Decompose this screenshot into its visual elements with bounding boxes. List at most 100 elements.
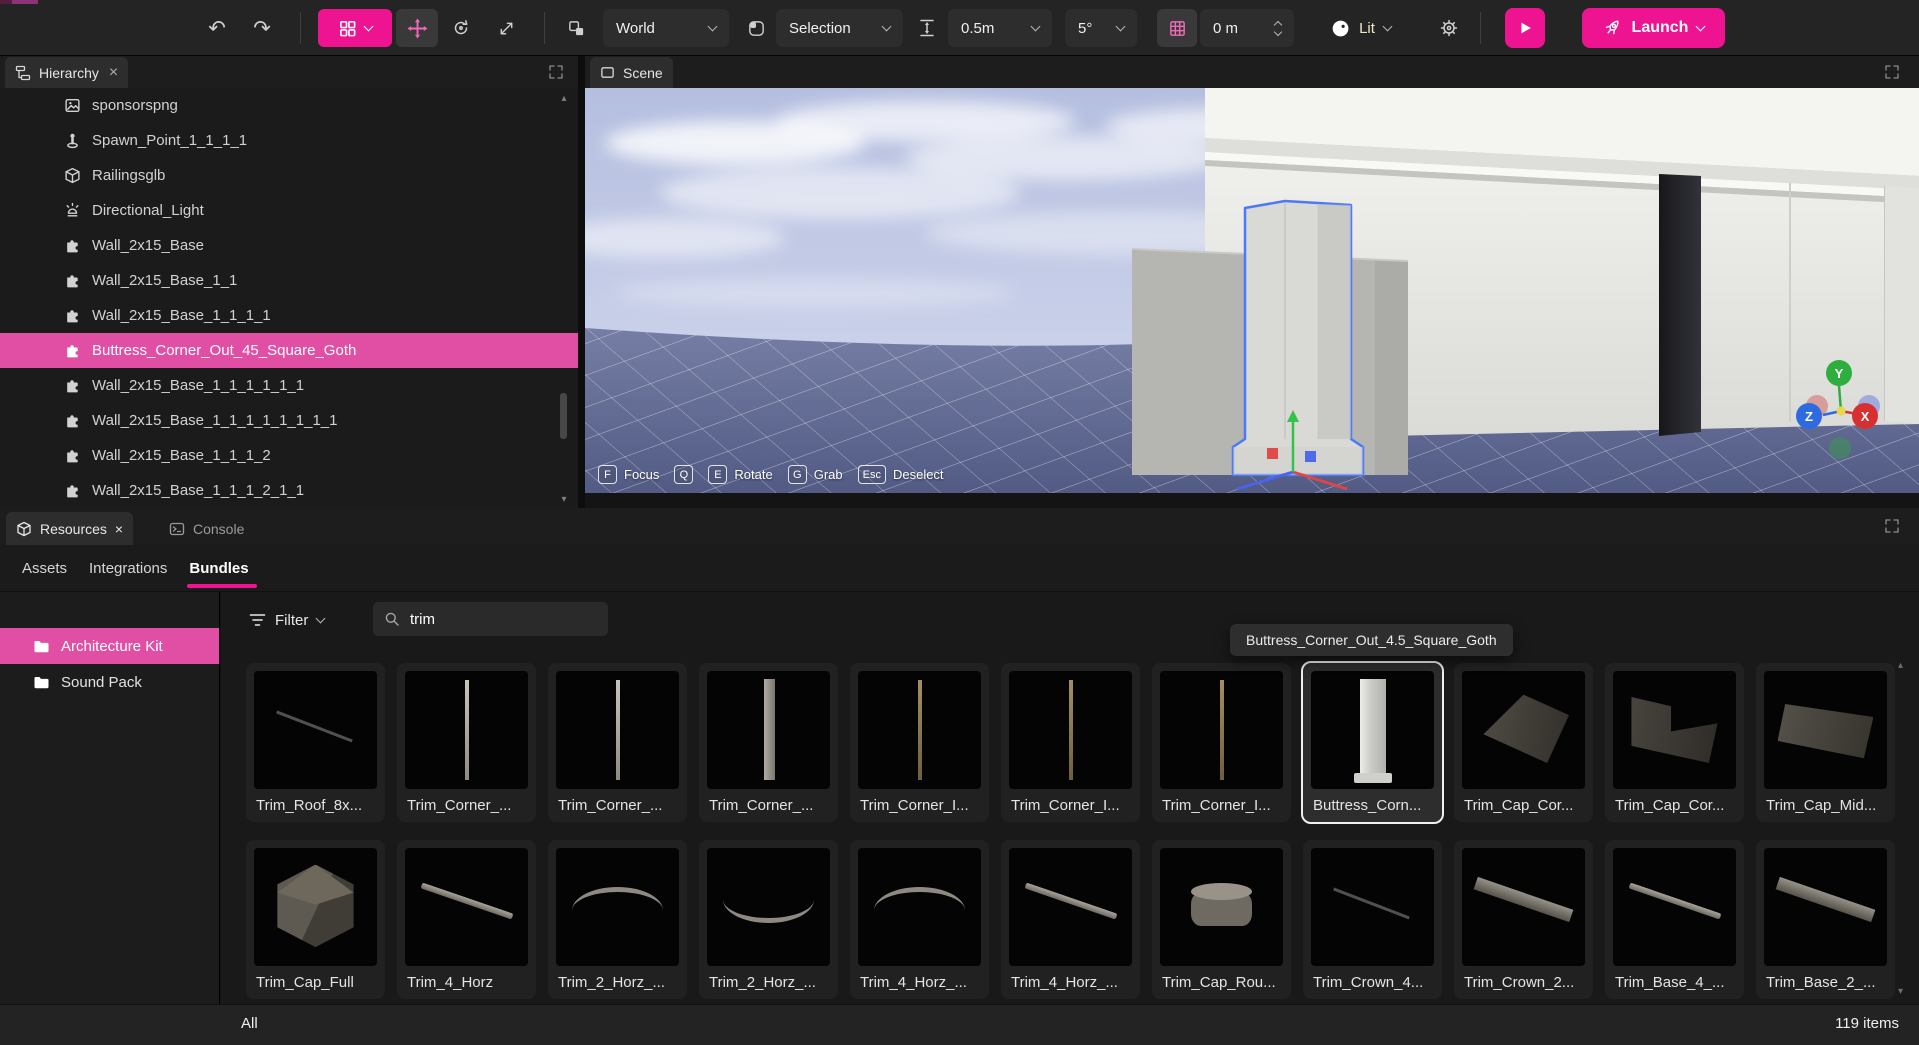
scroll-down-icon[interactable]: ▾: [1898, 986, 1903, 997]
hierarchy-item-label: sponsorspng: [92, 97, 178, 114]
svg-text:X: X: [1861, 409, 1870, 424]
asset-card[interactable]: Trim_Base_4_...: [1605, 840, 1744, 999]
asset-card[interactable]: Trim_Crown_4...: [1303, 840, 1442, 999]
asset-card[interactable]: Trim_4_Horz_...: [850, 840, 989, 999]
play-button[interactable]: [1505, 8, 1545, 48]
top-toolbar: ↶ ↷: [0, 0, 1919, 56]
hierarchy-item[interactable]: Wall_2x15_Base_1_1_1_1: [0, 298, 578, 333]
world-mode-dropdown[interactable]: World: [603, 9, 729, 47]
hierarchy-item[interactable]: Buttress_Corner_Out_45_Square_Goth: [0, 333, 578, 368]
hierarchy-item[interactable]: Wall_2x15_Base_1_1_1_1_1_1: [0, 368, 578, 403]
window-corner-fragment: [12, 0, 38, 4]
hierarchy-item[interactable]: sponsorspng: [0, 88, 578, 123]
asset-card[interactable]: Trim_Base_2_...: [1756, 840, 1895, 999]
transform-space-icon[interactable]: [560, 9, 592, 47]
selection-pivot-dropdown[interactable]: Selection: [776, 9, 903, 47]
elevation-stepper[interactable]: 0 m: [1200, 9, 1294, 47]
move-snap-dropdown[interactable]: 0.5m: [948, 9, 1052, 47]
hierarchy-item[interactable]: Wall_2x15_Base_1_1: [0, 263, 578, 298]
render-mode-dropdown[interactable]: Lit: [1318, 9, 1404, 47]
folder-item[interactable]: Sound Pack: [0, 664, 219, 700]
folder-icon: [33, 639, 50, 654]
app-window: ↶ ↷: [0, 0, 1919, 1045]
asset-label: Trim_Corner_I...: [1152, 789, 1291, 822]
hierarchy-scrollbar[interactable]: [560, 393, 567, 439]
asset-card[interactable]: Trim_Cap_Cor...: [1605, 663, 1744, 822]
hierarchy-item[interactable]: Directional_Light: [0, 193, 578, 228]
scroll-down-icon[interactable]: ▾: [558, 494, 570, 505]
tab-console[interactable]: Console: [159, 512, 254, 545]
tab-bundles[interactable]: Bundles: [189, 560, 248, 577]
shortcut-hint-bar: F Focus Q E Rotate G Grab: [598, 465, 959, 484]
asset-thumbnail: [1009, 671, 1132, 789]
chevron-down-icon: [1383, 21, 1393, 31]
hierarchy-panel: sponsorspng: [0, 88, 578, 508]
asset-thumbnail: [858, 848, 981, 966]
filter-button[interactable]: Filter: [249, 603, 324, 637]
asset-card[interactable]: Trim_4_Horz_...: [1001, 840, 1140, 999]
grid-snap-toggle[interactable]: [1157, 9, 1197, 47]
hierarchy-item[interactable]: Wall_2x15_Base_1_1_1_1_1_1_1_1: [0, 403, 578, 438]
asset-card[interactable]: Trim_2_Horz_...: [699, 840, 838, 999]
rotate-snap-dropdown[interactable]: 5°: [1065, 9, 1137, 47]
asset-card[interactable]: Trim_Crown_2...: [1454, 840, 1593, 999]
entity-icon: [64, 412, 81, 429]
scroll-up-icon[interactable]: ▴: [1898, 660, 1903, 671]
asset-card[interactable]: Trim_Corner_...: [548, 663, 687, 822]
asset-search-box[interactable]: [373, 602, 608, 636]
expand-panel-icon[interactable]: [548, 64, 564, 80]
asset-card[interactable]: Trim_Cap_Cor...: [1454, 663, 1593, 822]
asset-card[interactable]: Trim_Cap_Rou...: [1152, 840, 1291, 999]
search-input[interactable]: [408, 610, 588, 629]
tab-assets[interactable]: Assets: [22, 560, 67, 577]
settings-gear-icon[interactable]: [1432, 9, 1466, 47]
asset-card[interactable]: Buttress_Corn...: [1303, 663, 1442, 822]
scroll-up-icon[interactable]: ▴: [558, 93, 570, 104]
asset-card[interactable]: Trim_Cap_Mid...: [1756, 663, 1895, 822]
close-icon[interactable]: ×: [109, 64, 118, 82]
expand-panel-icon[interactable]: [1884, 64, 1900, 80]
tab-scene[interactable]: Scene: [590, 57, 673, 88]
scale-tool-icon[interactable]: [489, 9, 523, 47]
asset-card[interactable]: Trim_Cap_Full: [246, 840, 385, 999]
hierarchy-item[interactable]: Railingsglb: [0, 158, 578, 193]
footer-scope-label[interactable]: All: [241, 1015, 258, 1032]
asset-card[interactable]: Trim_Corner_I...: [850, 663, 989, 822]
hierarchy-item[interactable]: Wall_2x15_Base: [0, 228, 578, 263]
hierarchy-item[interactable]: Spawn_Point_1_1_1_1: [0, 123, 578, 158]
asset-card[interactable]: Trim_4_Horz: [397, 840, 536, 999]
scene-viewport[interactable]: Y Z X F Focus Q E Rotate: [585, 88, 1919, 493]
launch-button[interactable]: Launch: [1582, 8, 1725, 48]
keycap: F: [598, 465, 617, 484]
rotate-tool-icon[interactable]: [444, 9, 478, 47]
hierarchy-item[interactable]: Wall_2x15_Base_1_1_1_2: [0, 438, 578, 473]
redo-button[interactable]: ↷: [245, 9, 279, 47]
entity-icon: [64, 377, 81, 394]
asset-card[interactable]: Trim_Corner_I...: [1001, 663, 1140, 822]
close-icon[interactable]: ×: [115, 521, 123, 537]
chevron-down-icon: [882, 21, 892, 31]
snap-height-icon[interactable]: [910, 9, 944, 47]
entity-icon: [64, 167, 81, 184]
tab-resources[interactable]: Resources ×: [6, 512, 133, 545]
tab-integrations[interactable]: Integrations: [89, 560, 167, 577]
folder-item[interactable]: Architecture Kit: [0, 628, 219, 664]
asset-card[interactable]: Trim_Corner_I...: [1152, 663, 1291, 822]
stepper-arrows-icon[interactable]: [1275, 22, 1281, 35]
launch-label: Launch: [1632, 19, 1689, 37]
tab-hierarchy[interactable]: Hierarchy ×: [5, 57, 128, 88]
entity-icon: [64, 307, 81, 324]
asset-card[interactable]: Trim_Corner_...: [397, 663, 536, 822]
build-mode-button[interactable]: [318, 9, 392, 47]
hierarchy-item-label: Wall_2x15_Base_1_1_1_2: [92, 447, 271, 464]
pivot-icon[interactable]: [740, 9, 772, 47]
asset-thumbnail: [1764, 848, 1887, 966]
expand-panel-icon[interactable]: [1884, 518, 1900, 534]
asset-card[interactable]: Trim_2_Horz_...: [548, 840, 687, 999]
asset-card[interactable]: Trim_Roof_8x...: [246, 663, 385, 822]
move-tool-button[interactable]: [396, 9, 438, 47]
undo-button[interactable]: ↶: [200, 9, 234, 47]
asset-card[interactable]: Trim_Corner_...: [699, 663, 838, 822]
entity-icon: [64, 482, 81, 499]
hierarchy-item[interactable]: Wall_2x15_Base_1_1_1_2_1_1: [0, 473, 578, 508]
